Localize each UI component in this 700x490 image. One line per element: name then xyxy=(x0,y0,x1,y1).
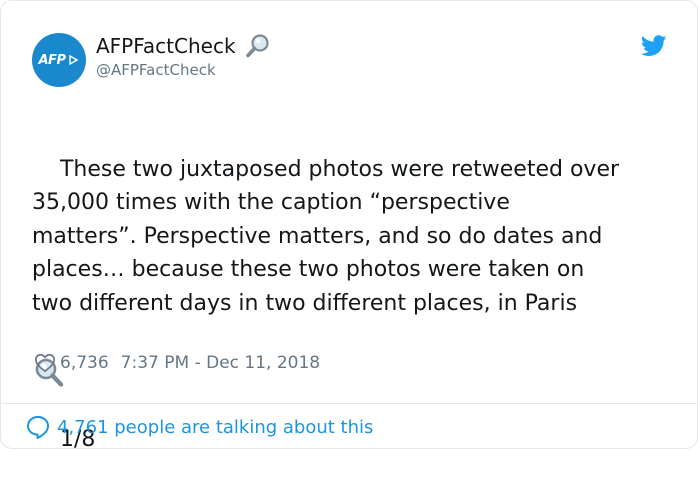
magnifier-icon xyxy=(245,34,269,58)
avatar-logo-text: AFP xyxy=(38,52,66,68)
tweet-text: These two juxtaposed photos were retweet… xyxy=(32,156,620,316)
timestamp[interactable]: 7:37 PM - Dec 11, 2018 xyxy=(121,353,320,373)
tweet-meta: 6,736 7:37 PM - Dec 11, 2018 xyxy=(34,350,320,376)
tweet-header: AFP AFPFactCheck @AFPFactCheck xyxy=(32,31,667,87)
tweet-card: AFP AFPFactCheck @AFPFactCheck These two… xyxy=(0,0,698,452)
author-names: AFPFactCheck @AFPFactCheck xyxy=(96,33,272,81)
afp-logo-arrow-icon xyxy=(69,55,79,65)
speech-bubble-icon xyxy=(27,416,49,439)
display-name-row: AFPFactCheck xyxy=(96,33,272,59)
author-handle[interactable]: @AFPFactCheck xyxy=(96,59,272,81)
avatar[interactable]: AFP xyxy=(32,33,86,87)
conversation-link[interactable]: 4,761 people are talking about this xyxy=(25,412,373,442)
display-name[interactable]: AFPFactCheck xyxy=(96,33,236,59)
divider xyxy=(1,403,697,404)
twitter-bird-icon[interactable] xyxy=(641,35,667,57)
conversation-label[interactable]: 4,761 people are talking about this xyxy=(57,417,373,438)
like-count[interactable]: 6,736 xyxy=(60,353,109,373)
heart-icon[interactable] xyxy=(34,352,56,374)
